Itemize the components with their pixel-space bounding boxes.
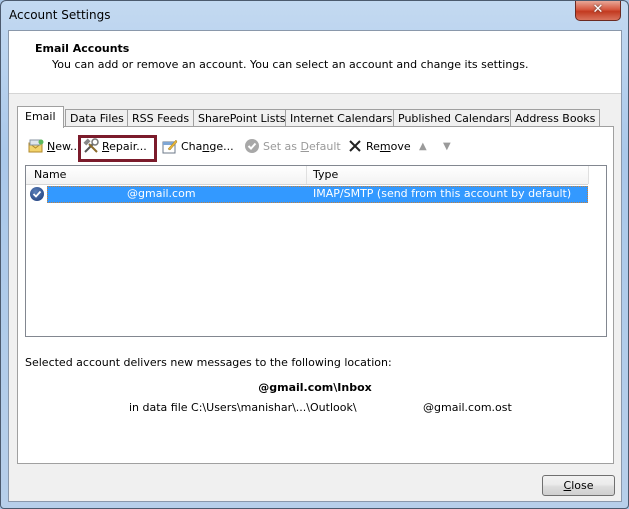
change-settings-icon <box>162 138 178 154</box>
move-down-button[interactable]: ▼ <box>443 136 451 158</box>
arrow-up-icon: ▲ <box>419 141 427 152</box>
close-icon: ✕ <box>592 2 604 17</box>
arrow-down-icon: ▼ <box>443 141 451 152</box>
tab-address-books[interactable]: Address Books <box>510 109 601 127</box>
dialog-header: Email Accounts You can add or remove an … <box>9 31 621 94</box>
list-header: Name Type <box>26 166 589 185</box>
tab-sharepoint-lists[interactable]: SharePoint Lists <box>193 109 291 127</box>
repair-button[interactable]: Repair... <box>83 136 147 158</box>
dialog-client: Email Accounts You can add or remove an … <box>8 30 622 502</box>
delivery-data-file-name: @gmail.com.ost <box>423 401 512 414</box>
account-type: IMAP/SMTP (send from this account by def… <box>313 187 572 200</box>
tab-email[interactable]: Email <box>17 106 64 128</box>
delivery-folder: @gmail.com\Inbox <box>258 381 372 394</box>
default-account-check-icon <box>30 187 44 201</box>
new-account-button[interactable]: New... <box>28 136 80 158</box>
close-button[interactable]: Close <box>542 475 615 496</box>
tab-internet-calendars[interactable]: Internet Calendars <box>285 109 398 127</box>
set-as-default-button[interactable]: Set as Default <box>244 136 341 158</box>
tab-published-calendars[interactable]: Published Calendars <box>393 109 515 127</box>
column-divider[interactable] <box>588 166 589 184</box>
column-header-type[interactable]: Type <box>313 168 338 181</box>
column-header-name[interactable]: Name <box>34 168 66 181</box>
checkmark-circle-icon <box>244 138 260 154</box>
column-divider[interactable] <box>306 166 307 184</box>
move-up-button[interactable]: ▲ <box>419 136 427 158</box>
header-title: Email Accounts <box>35 42 130 55</box>
remove-button[interactable]: Remove <box>347 136 411 158</box>
account-toolbar: New... Repair... Change... Set as Defaul… <box>18 135 608 162</box>
tools-icon <box>83 138 99 154</box>
account-row[interactable]: @gmail.com IMAP/SMTP (send from this acc… <box>26 186 588 203</box>
accounts-list[interactable]: Name Type @gmail.com IMAP/SMTP (send fro… <box>25 165 607 337</box>
change-button[interactable]: Change... <box>162 136 234 158</box>
header-subtitle: You can add or remove an account. You ca… <box>52 58 529 71</box>
tab-rss-feeds[interactable]: RSS Feeds <box>127 109 195 127</box>
delivery-label: Selected account delivers new messages t… <box>25 356 392 369</box>
window-title: Account Settings <box>9 8 111 22</box>
account-settings-window: Account Settings ✕ Email Accounts You ca… <box>0 0 629 509</box>
window-close-button[interactable]: ✕ <box>575 1 621 21</box>
tab-data-files[interactable]: Data Files <box>65 109 129 127</box>
new-mail-icon <box>28 138 44 154</box>
account-name: @gmail.com <box>127 187 196 200</box>
remove-x-icon <box>347 138 363 154</box>
delivery-data-file-path: in data file C:\Users\manishar\...\Outlo… <box>129 401 357 414</box>
title-bar: Account Settings ✕ <box>1 1 628 31</box>
